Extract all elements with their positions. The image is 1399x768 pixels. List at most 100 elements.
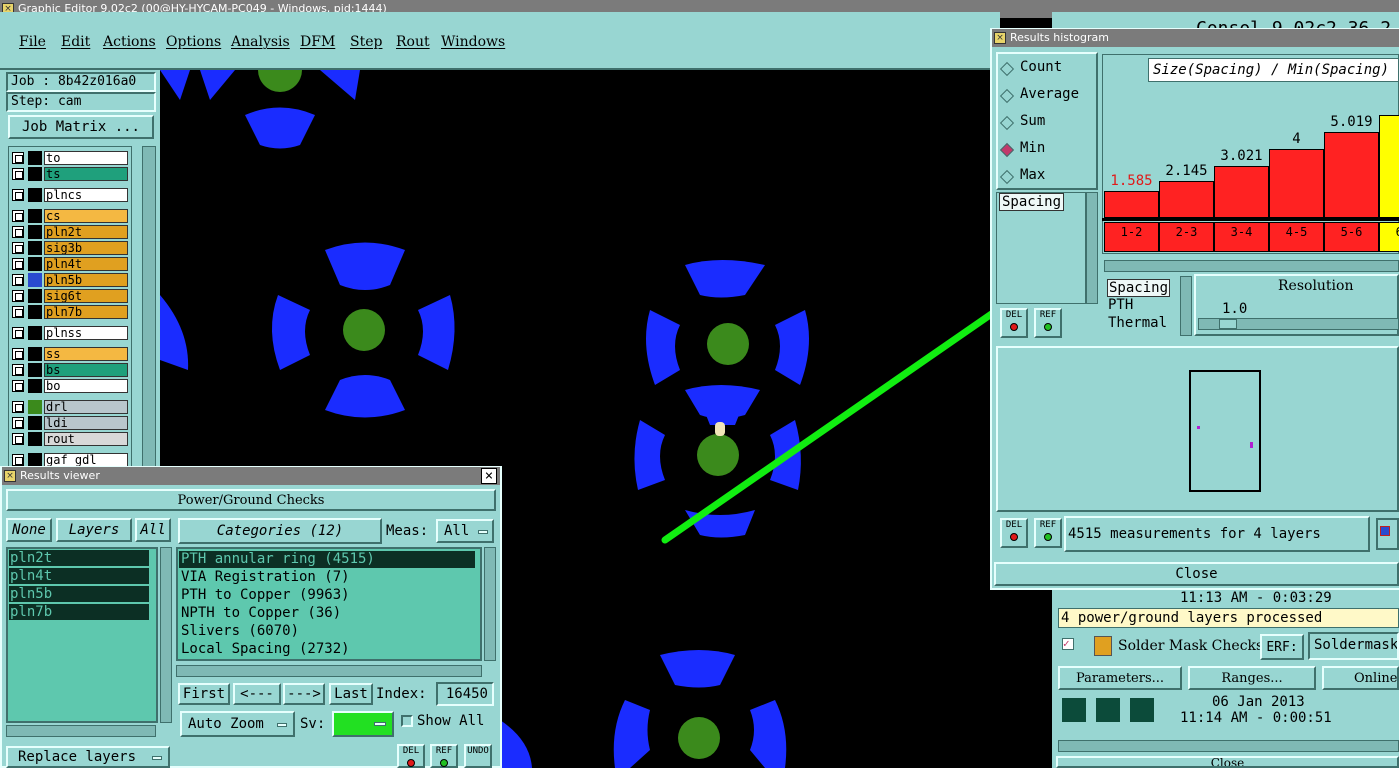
layer-row-17[interactable]: gaf_gdl	[12, 453, 128, 467]
histogram-bar[interactable]	[1159, 181, 1214, 218]
viewer-undo-button[interactable]: UNDO	[464, 744, 492, 768]
run-icon[interactable]	[1060, 696, 1088, 724]
layer-row-3[interactable]: cs	[12, 209, 128, 223]
previous-button[interactable]: <---	[233, 683, 281, 705]
last-button[interactable]: Last	[329, 683, 373, 705]
layer-row-11[interactable]: ss	[12, 347, 128, 361]
layer-name[interactable]: drl	[44, 400, 128, 414]
layer-name[interactable]: ss	[44, 347, 128, 361]
category-item[interactable]: VIA Registration (7)	[179, 569, 475, 586]
layer-name[interactable]: bs	[44, 363, 128, 377]
solder-mask-checkbox[interactable]: ✓	[1062, 638, 1074, 650]
layer-row-16[interactable]: rout	[12, 432, 128, 446]
run-all-icon[interactable]	[1094, 696, 1122, 724]
layer-row-4[interactable]: pln2t	[12, 225, 128, 239]
layer-checkbox[interactable]	[12, 210, 24, 222]
bar-category-label[interactable]: 6-7	[1379, 222, 1399, 252]
parameters-button[interactable]: Parameters...	[1058, 666, 1182, 690]
viewer-del-button[interactable]: DEL	[397, 744, 425, 768]
layer-checkbox[interactable]	[12, 189, 24, 201]
layer-name[interactable]: sig3b	[44, 241, 128, 255]
layer-result-hscroll[interactable]	[6, 725, 156, 737]
histogram-ref-button[interactable]: REF	[1034, 308, 1062, 338]
layer-row-8[interactable]: sig6t	[12, 289, 128, 303]
resolution-slider[interactable]	[1198, 318, 1399, 330]
mode-radio-sum[interactable]: Sum	[1000, 113, 1045, 129]
category-item[interactable]: PTH to Copper (9963)	[179, 587, 475, 604]
all-button[interactable]: All	[135, 518, 171, 542]
layer-name[interactable]: rout	[44, 432, 128, 446]
layer-checkbox[interactable]	[12, 152, 24, 164]
first-button[interactable]: First	[178, 683, 230, 705]
histogram-bar[interactable]	[1379, 115, 1399, 218]
mode-radio-min[interactable]: Min	[1000, 140, 1045, 156]
bar-category-label[interactable]: 2-3	[1159, 222, 1214, 252]
result-layer-item[interactable]: pln2t	[9, 550, 149, 566]
layer-name[interactable]: pln5b	[44, 273, 128, 287]
mode-radio-count[interactable]: Count	[1000, 59, 1062, 75]
online-button[interactable]: Online	[1322, 666, 1399, 690]
result-layer-item[interactable]: pln5b	[9, 586, 149, 602]
layer-name[interactable]: cs	[44, 209, 128, 223]
layer-name[interactable]: pln7b	[44, 305, 128, 319]
menu-options[interactable]: Options	[166, 34, 221, 50]
histogram-bar[interactable]	[1104, 191, 1159, 218]
auto-zoom-dropdown[interactable]: Auto Zoom	[180, 711, 295, 737]
layer-name[interactable]: to	[44, 151, 128, 165]
erf-button[interactable]: ERF:	[1260, 634, 1304, 660]
layer-name[interactable]: gaf_gdl	[44, 453, 128, 467]
layer-row-0[interactable]: to	[12, 151, 128, 165]
bg-close-button[interactable]: Close	[1056, 756, 1399, 768]
bar-category-label[interactable]: 3-4	[1214, 222, 1269, 252]
layer-result-scrollbar[interactable]	[160, 547, 172, 723]
histogram-list-item[interactable]: Spacing	[1000, 194, 1064, 210]
meas-dropdown[interactable]: All	[436, 519, 494, 543]
layer-checkbox[interactable]	[12, 168, 24, 180]
property-pth[interactable]: PTH	[1108, 297, 1133, 313]
next-button[interactable]: --->	[283, 683, 325, 705]
job-matrix-button[interactable]: Job Matrix ...	[8, 115, 154, 139]
layer-checkbox[interactable]	[12, 306, 24, 318]
layer-name[interactable]: pln2t	[44, 225, 128, 239]
category-list-hscroll[interactable]	[176, 665, 482, 677]
result-layer-item[interactable]: pln4t	[9, 568, 149, 584]
menu-file[interactable]: File	[19, 34, 46, 50]
layer-row-1[interactable]: ts	[12, 167, 128, 181]
layer-checkbox[interactable]	[12, 401, 24, 413]
layer-name[interactable]: sig6t	[44, 289, 128, 303]
histogram-list-scrollbar[interactable]	[1086, 192, 1098, 304]
stop-icon[interactable]	[1128, 696, 1156, 724]
layer-checkbox[interactable]	[12, 433, 24, 445]
layer-checkbox[interactable]	[12, 380, 24, 392]
viewer-ref-button[interactable]: REF	[430, 744, 458, 768]
layer-checkbox[interactable]	[12, 274, 24, 286]
layer-name[interactable]: ldi	[44, 416, 128, 430]
histogram-bar[interactable]	[1324, 132, 1379, 218]
menu-actions[interactable]: Actions	[103, 34, 156, 50]
layer-row-12[interactable]: bs	[12, 363, 128, 377]
none-button[interactable]: None	[6, 518, 52, 542]
layer-row-2[interactable]: plncs	[12, 188, 128, 202]
menu-windows[interactable]: Windows	[441, 34, 505, 50]
layer-row-6[interactable]: pln4t	[12, 257, 128, 271]
status-icon[interactable]	[1376, 518, 1399, 550]
category-item[interactable]: PTH annular ring (4515)	[179, 551, 475, 568]
ranges-button[interactable]: Ranges...	[1188, 666, 1316, 690]
layer-checkbox[interactable]	[12, 364, 24, 376]
categories-button[interactable]: Categories (12)	[178, 518, 382, 544]
sv-color-dropdown[interactable]	[332, 711, 394, 737]
mode-radio-average[interactable]: Average	[1000, 86, 1079, 102]
mode-radio-max[interactable]: Max	[1000, 167, 1045, 183]
menu-step[interactable]: Step	[350, 34, 382, 50]
layer-checkbox[interactable]	[12, 258, 24, 270]
category-item[interactable]: NPTH to Copper (36)	[179, 605, 475, 622]
layer-checkbox[interactable]	[12, 290, 24, 302]
menu-edit[interactable]: Edit	[61, 34, 90, 50]
layer-name[interactable]: plnss	[44, 326, 128, 340]
layer-name[interactable]: bo	[44, 379, 128, 393]
menu-dfm[interactable]: DFM	[300, 34, 335, 50]
status-del-button[interactable]: DEL	[1000, 518, 1028, 548]
layer-row-10[interactable]: plnss	[12, 326, 128, 340]
layer-checkbox[interactable]	[12, 348, 24, 360]
chart-hscroll[interactable]	[1104, 260, 1399, 272]
